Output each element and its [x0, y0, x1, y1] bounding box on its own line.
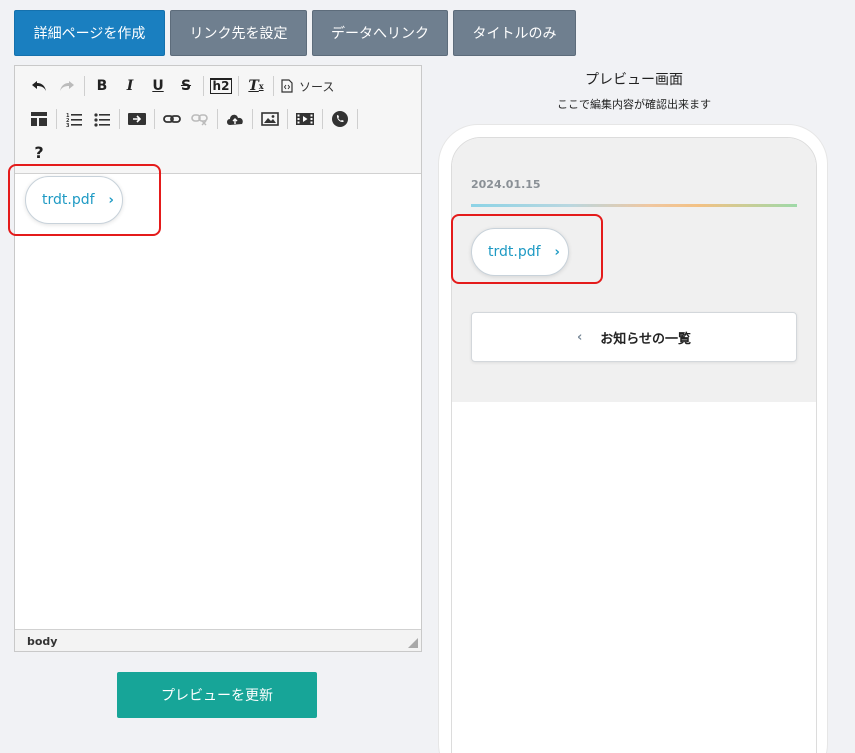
gradient-divider — [471, 204, 797, 207]
undo-icon[interactable] — [25, 74, 53, 98]
toolbar-separator — [119, 109, 120, 129]
help-icon[interactable]: ? — [25, 140, 53, 164]
article-date: 2024.01.15 — [471, 178, 541, 191]
h2-glyph: h2 — [209, 78, 233, 94]
toolbar-separator — [273, 76, 274, 96]
source-label: ソース — [299, 79, 335, 94]
image-icon[interactable] — [256, 107, 284, 131]
redo-icon[interactable] — [53, 74, 81, 98]
link-button-icon[interactable] — [123, 107, 151, 131]
toolbar-separator — [217, 109, 218, 129]
toolbar-separator — [84, 76, 85, 96]
svg-text:3: 3 — [66, 123, 70, 127]
editor-content-area[interactable]: trdt.pdf › — [15, 174, 421, 629]
notice-list-label: お知らせの一覧 — [600, 331, 692, 347]
highlight-box-preview — [451, 214, 603, 284]
phone-icon[interactable] — [326, 107, 354, 131]
preview-subtitle: ここで編集内容が確認出来ます — [557, 98, 711, 111]
bold-icon[interactable]: B — [88, 74, 116, 98]
heading-h2-icon[interactable]: h2 — [207, 74, 235, 98]
toolbar-separator — [322, 109, 323, 129]
toolbar-separator — [357, 109, 358, 129]
toolbar-separator — [56, 109, 57, 129]
video-icon[interactable] — [291, 107, 319, 131]
unlink-icon[interactable] — [186, 107, 214, 131]
toolbar-separator — [238, 76, 239, 96]
italic-icon[interactable]: I — [116, 74, 144, 98]
tab-create-detail-page[interactable]: 詳細ページを作成 — [14, 10, 165, 56]
toolbar-separator — [287, 109, 288, 129]
upload-cloud-icon[interactable] — [221, 107, 249, 131]
toolbar-separator — [203, 76, 204, 96]
notice-list-button[interactable]: ‹ お知らせの一覧 — [471, 312, 797, 362]
underline-glyph: U — [152, 78, 164, 94]
template-icon[interactable] — [25, 107, 53, 131]
tab-title-only[interactable]: タイトルのみ — [453, 10, 576, 56]
mode-tabs: 詳細ページを作成 リンク先を設定 データへリンク タイトルのみ — [14, 10, 576, 56]
chevron-left-icon: ‹ — [576, 329, 583, 345]
remove-format-icon[interactable]: Tx — [242, 74, 270, 98]
clear-format-glyph: T — [248, 78, 259, 94]
numbered-list-icon[interactable]: 123 — [60, 107, 88, 131]
tab-set-link-target[interactable]: リンク先を設定 — [170, 10, 307, 56]
rich-text-editor: B I U S h2 Tx ソース 123 ? trdt.pdf › body — [14, 65, 422, 652]
highlight-box-editor — [8, 164, 161, 236]
source-button[interactable]: ソース — [277, 74, 338, 98]
preview-title: プレビュー画面 — [585, 72, 683, 88]
underline-icon[interactable]: U — [144, 74, 172, 98]
resize-grip-icon[interactable] — [408, 638, 418, 648]
editor-status-bar: body — [15, 629, 421, 651]
element-path[interactable]: body — [27, 635, 57, 648]
update-preview-button[interactable]: プレビューを更新 — [117, 672, 317, 718]
strikethrough-icon[interactable]: S — [172, 74, 200, 98]
link-icon[interactable] — [158, 107, 186, 131]
toolbar-separator — [252, 109, 253, 129]
toolbar-separator — [154, 109, 155, 129]
tab-link-to-data[interactable]: データへリンク — [312, 10, 448, 56]
source-icon — [281, 79, 293, 93]
bulleted-list-icon[interactable] — [88, 107, 116, 131]
italic-glyph: I — [126, 78, 134, 94]
strike-glyph: S — [180, 78, 192, 94]
editor-toolbar: B I U S h2 Tx ソース 123 ? — [15, 66, 421, 174]
